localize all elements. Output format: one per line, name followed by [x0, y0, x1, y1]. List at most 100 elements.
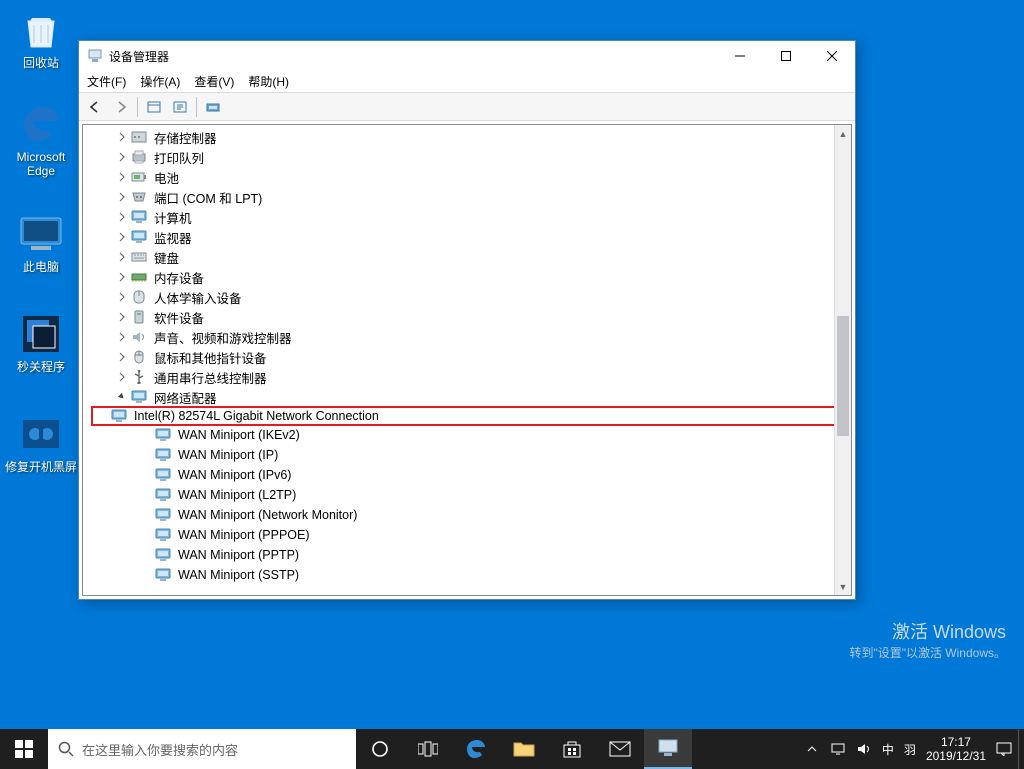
category-label: 计算机: [152, 208, 194, 227]
chevron-right-icon[interactable]: [115, 150, 129, 164]
task-view-button[interactable]: [404, 729, 452, 769]
tray-clock[interactable]: 17:17 2019/12/31: [926, 735, 986, 764]
scroll-down-button[interactable]: ▼: [835, 578, 851, 595]
chevron-down-icon[interactable]: [115, 390, 129, 404]
tree-category[interactable]: 存储控制器: [115, 127, 851, 147]
device-label: WAN Miniport (Network Monitor): [176, 508, 359, 522]
tree-category[interactable]: 内存设备: [115, 267, 851, 287]
device-tree[interactable]: 存储控制器打印队列电池端口 (COM 和 LPT)计算机监视器键盘内存设备人体学…: [83, 125, 851, 595]
desktop-icon-fix-blackscreen[interactable]: 修复开机黑屏: [4, 412, 78, 474]
forward-button[interactable]: [109, 96, 133, 118]
tray-network-icon[interactable]: [830, 741, 846, 757]
category-icon: [131, 329, 147, 345]
tree-category[interactable]: 声音、视频和游戏控制器: [115, 327, 851, 347]
tree-category[interactable]: 端口 (COM 和 LPT): [115, 187, 851, 207]
system-tray: 中 羽 17:17 2019/12/31: [798, 729, 1018, 769]
maximize-button[interactable]: [763, 41, 809, 71]
minimize-button[interactable]: [717, 41, 763, 71]
tree-device-item[interactable]: WAN Miniport (IP): [139, 445, 851, 465]
taskbar-device-manager[interactable]: [644, 729, 692, 769]
desktop-icon-edge[interactable]: Microsoft Edge: [4, 102, 78, 179]
tree-device-item[interactable]: WAN Miniport (PPPOE): [139, 525, 851, 545]
back-button[interactable]: [83, 96, 107, 118]
taskbar-mail[interactable]: [596, 729, 644, 769]
show-hidden-button[interactable]: [142, 96, 166, 118]
chevron-right-icon[interactable]: [115, 170, 129, 184]
chevron-right-icon[interactable]: [115, 190, 129, 204]
device-label: Intel(R) 82574L Gigabit Network Connecti…: [132, 409, 381, 423]
close-button[interactable]: [809, 41, 855, 71]
tree-device-item[interactable]: WAN Miniport (IKEv2): [139, 425, 851, 445]
menu-help[interactable]: 帮助(H): [248, 73, 289, 90]
taskbar: 在这里输入你要搜索的内容 中 羽 17:17 2019/12/31: [0, 729, 1024, 769]
tree-device-item[interactable]: WAN Miniport (IPv6): [139, 465, 851, 485]
titlebar[interactable]: 设备管理器: [79, 41, 855, 71]
chevron-right-icon[interactable]: [115, 310, 129, 324]
category-icon: [131, 209, 147, 225]
desktop-icon-recycle-bin[interactable]: 回收站: [4, 8, 78, 70]
desktop-icon-this-pc[interactable]: 此电脑: [4, 212, 78, 274]
tree-category[interactable]: 电池: [115, 167, 851, 187]
vertical-scrollbar[interactable]: ▲ ▼: [834, 125, 851, 595]
category-label: 软件设备: [152, 308, 206, 327]
chevron-right-icon[interactable]: [115, 130, 129, 144]
search-placeholder: 在这里输入你要搜索的内容: [82, 740, 238, 759]
tray-ime[interactable]: 中: [882, 741, 894, 758]
tree-device-item[interactable]: WAN Miniport (Network Monitor): [139, 505, 851, 525]
tree-category[interactable]: 监视器: [115, 227, 851, 247]
chevron-right-icon[interactable]: [115, 290, 129, 304]
device-label: WAN Miniport (IP): [176, 448, 280, 462]
chevron-right-icon[interactable]: [115, 270, 129, 284]
search-icon: [58, 741, 74, 757]
category-label: 键盘: [152, 248, 181, 267]
category-label: 声音、视频和游戏控制器: [152, 328, 294, 347]
chevron-right-icon[interactable]: [115, 350, 129, 364]
menu-file[interactable]: 文件(F): [87, 73, 126, 90]
category-icon: [131, 269, 147, 285]
menu-action[interactable]: 操作(A): [140, 73, 180, 90]
start-button[interactable]: [0, 729, 48, 769]
tray-chevron-icon[interactable]: [804, 741, 820, 757]
tray-ime2[interactable]: 羽: [904, 741, 916, 758]
tree-category[interactable]: 鼠标和其他指针设备: [115, 347, 851, 367]
chevron-right-icon[interactable]: [115, 370, 129, 384]
scroll-up-button[interactable]: ▲: [835, 125, 851, 142]
tree-category[interactable]: 通用串行总线控制器: [115, 367, 851, 387]
tree-device-item[interactable]: WAN Miniport (PPTP): [139, 545, 851, 565]
taskbar-explorer[interactable]: [500, 729, 548, 769]
device-label: WAN Miniport (IPv6): [176, 468, 293, 482]
category-icon: [131, 169, 147, 185]
tree-category[interactable]: 人体学输入设备: [115, 287, 851, 307]
chevron-right-icon[interactable]: [115, 330, 129, 344]
action-center-icon[interactable]: [996, 741, 1012, 757]
tree-category[interactable]: 计算机: [115, 207, 851, 227]
network-adapter-icon: [155, 507, 171, 523]
desktop-icon-shutdown-app[interactable]: 秒关程序: [4, 312, 78, 374]
tree-category-network[interactable]: 网络适配器: [115, 387, 851, 407]
taskbar-search[interactable]: 在这里输入你要搜索的内容: [48, 729, 356, 769]
cortana-button[interactable]: [356, 729, 404, 769]
device-manager-window: 设备管理器 文件(F) 操作(A) 查看(V) 帮助(H) 存储控制器打印队列电…: [78, 40, 856, 600]
network-adapter-icon: [155, 447, 171, 463]
category-label: 打印队列: [152, 148, 206, 167]
network-adapter-icon: [111, 408, 127, 424]
menu-view[interactable]: 查看(V): [194, 73, 234, 90]
taskbar-store[interactable]: [548, 729, 596, 769]
tray-volume-icon[interactable]: [856, 741, 872, 757]
tree-device-item[interactable]: WAN Miniport (SSTP): [139, 565, 851, 585]
chevron-right-icon[interactable]: [115, 250, 129, 264]
tree-device-item[interactable]: WAN Miniport (L2TP): [139, 485, 851, 505]
scrollbar-thumb[interactable]: [837, 316, 849, 436]
chevron-right-icon[interactable]: [115, 210, 129, 224]
tree-category[interactable]: 软件设备: [115, 307, 851, 327]
tree-device-item[interactable]: Intel(R) 82574L Gigabit Network Connecti…: [91, 406, 851, 426]
device-label: WAN Miniport (IKEv2): [176, 428, 302, 442]
tree-category[interactable]: 键盘: [115, 247, 851, 267]
category-label: 内存设备: [152, 268, 206, 287]
scan-button[interactable]: [201, 96, 225, 118]
chevron-right-icon[interactable]: [115, 230, 129, 244]
properties-button[interactable]: [168, 96, 192, 118]
taskbar-edge[interactable]: [452, 729, 500, 769]
show-desktop-button[interactable]: [1018, 729, 1024, 769]
tree-category[interactable]: 打印队列: [115, 147, 851, 167]
